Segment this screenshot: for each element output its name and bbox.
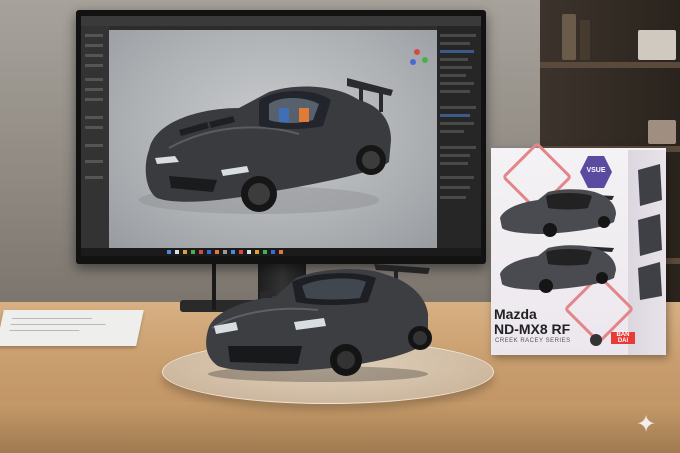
photo-scene: VSUE Mazda ND-MX8 RF CREEK RACEY SERIES … <box>0 0 680 453</box>
tool-panel-left <box>81 26 109 248</box>
3d-viewport <box>109 30 437 248</box>
scale-model-car <box>206 264 432 382</box>
render-car-3d <box>139 49 428 214</box>
paper-stack <box>0 310 144 346</box>
box-badge-text: VSUE <box>586 167 606 174</box>
box-logo-icon <box>590 334 602 346</box>
box-title-line2: ND-MX8 RF <box>494 321 571 337</box>
shelf-book <box>580 20 590 60</box>
box-title-line1: Mazda <box>494 306 537 322</box>
box-subtitle: CREEK RACEY SERIES <box>495 338 571 344</box>
paper-line <box>11 318 93 319</box>
desk-edge <box>0 402 680 453</box>
paper-line <box>9 330 80 331</box>
sparkle-icon: ✦ <box>636 410 657 438</box>
shelf-box <box>648 120 676 144</box>
monitor <box>76 10 486 264</box>
box-brand: BAN DAI <box>611 332 635 344</box>
shelf-board <box>540 62 680 68</box>
box-car-image <box>500 189 616 237</box>
app-toolbar <box>81 16 481 26</box>
taskbar <box>81 248 481 256</box>
box-title: Mazda ND-MX8 RF <box>494 307 570 337</box>
paper-line <box>10 324 106 325</box>
monitor-screen <box>81 16 481 256</box>
outliner-panel <box>437 26 481 248</box>
shelf-book <box>562 14 576 60</box>
box-car-image <box>500 245 616 293</box>
shelf-box <box>638 30 676 60</box>
box-side-cars <box>638 164 662 300</box>
